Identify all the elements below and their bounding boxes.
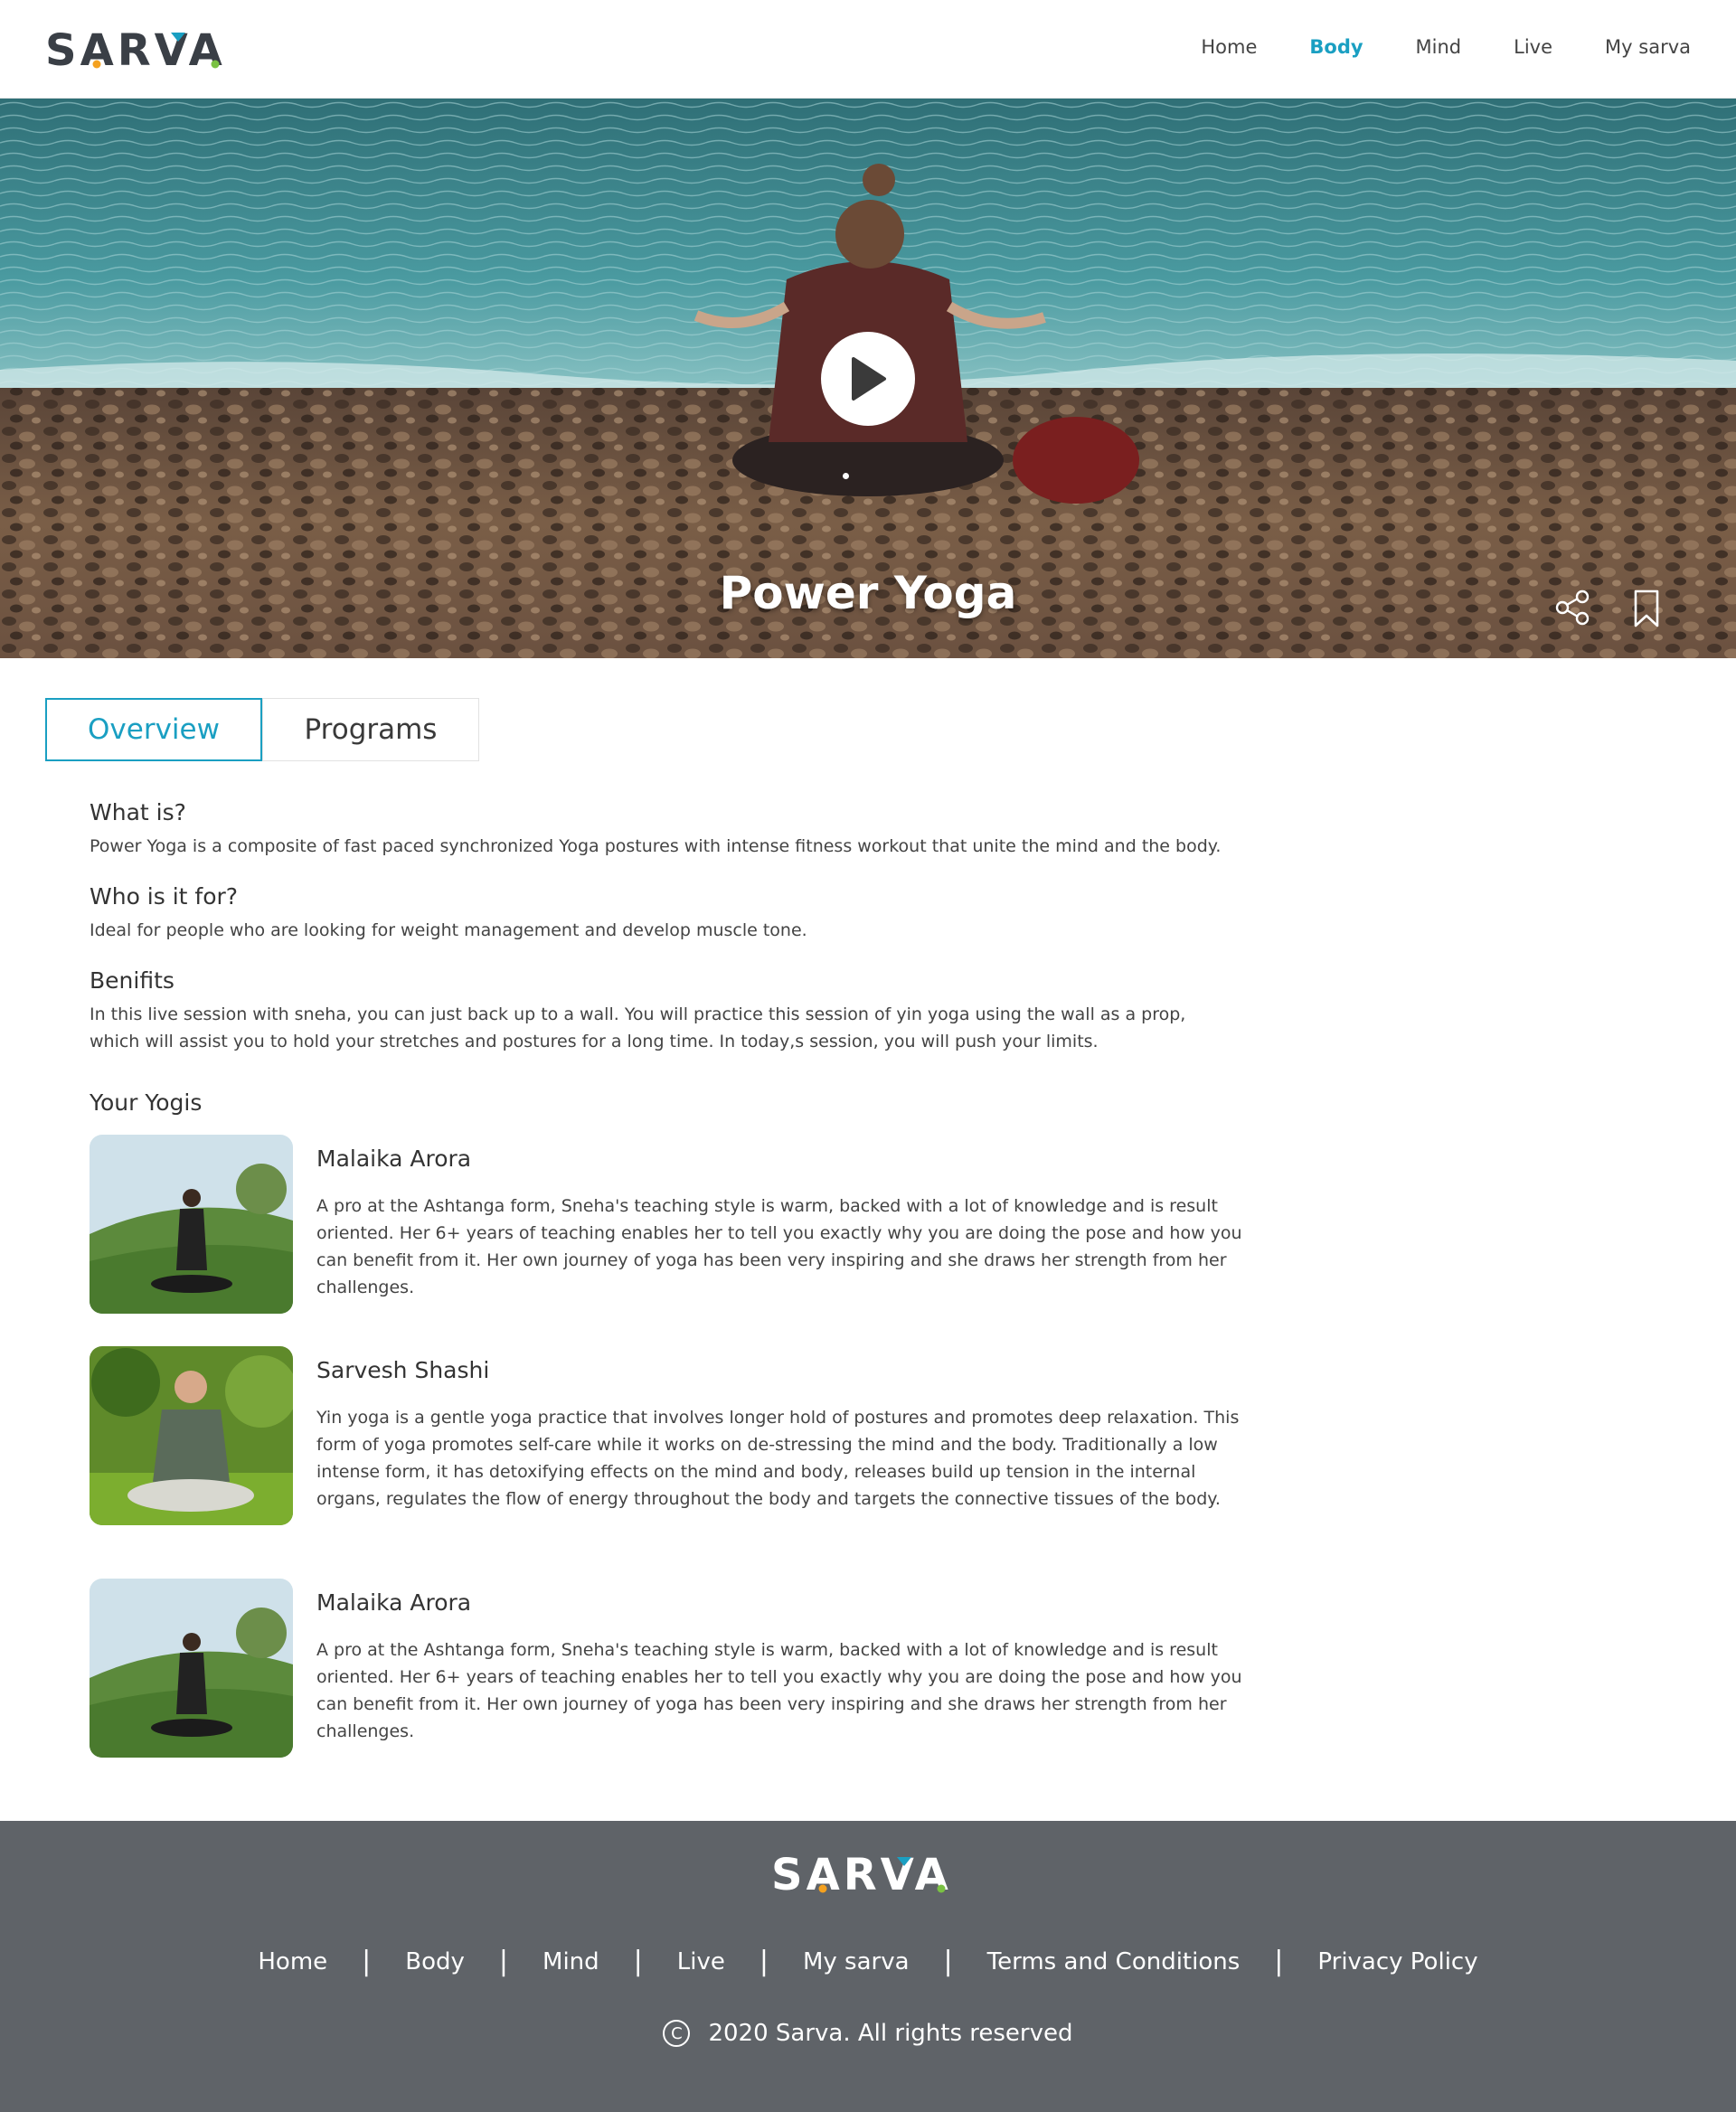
hero-title: Power Yoga [719, 567, 1017, 619]
who-is-it-for-heading: Who is it for? [90, 883, 239, 910]
footer-link-my-sarva[interactable]: My sarva [803, 1948, 910, 1975]
footer-separator: | [1274, 1946, 1284, 1977]
yogi-photo [90, 1135, 293, 1314]
main-nav: Home Body Mind Live My sarva [1148, 36, 1691, 58]
footer-separator: | [759, 1946, 769, 1977]
footer-logo-wordmark: SARVA [771, 1852, 952, 1897]
play-icon [852, 357, 886, 401]
footer-separator: | [633, 1946, 643, 1977]
nav-live[interactable]: Live [1514, 36, 1552, 58]
nav-mind[interactable]: Mind [1416, 36, 1462, 58]
logo-dot-orange [92, 60, 101, 69]
content-tabs: Overview Programs [45, 698, 479, 761]
yogi-description: A pro at the Ashtanga form, Sneha's teac… [316, 1640, 1242, 1741]
footer-link-privacy[interactable]: Privacy Policy [1317, 1948, 1477, 1975]
yogi-description: A pro at the Ashtanga form, Sneha's teac… [316, 1196, 1242, 1297]
footer-separator: | [498, 1946, 509, 1977]
yogi-description: Yin yoga is a gentle yoga practice that … [316, 1408, 1240, 1509]
footer-logo-mark: SARVA [771, 1850, 952, 1900]
site-header: SARVA Home Body Mind Live My sarva [0, 0, 1736, 99]
yogi-name: Malaika Arora [316, 1589, 472, 1616]
footer-separator: | [362, 1946, 372, 1977]
yogi-photo [90, 1346, 293, 1525]
footer-logo-dot-orange [818, 1884, 826, 1893]
who-is-it-for-text: Ideal for people who are looking for wei… [90, 920, 807, 940]
benefits-text: In this live session with sneha, you can… [90, 1004, 1186, 1051]
nav-my-sarva[interactable]: My sarva [1605, 36, 1691, 58]
carousel-indicator[interactable] [843, 473, 849, 479]
footer-logo-dot-green [937, 1884, 945, 1893]
footer-links: Home | Body | Mind | Live | My sarva | T… [0, 1946, 1736, 1977]
benefits-section: Benifits In this live session with sneha… [90, 967, 1265, 1055]
nav-home[interactable]: Home [1201, 36, 1257, 58]
benefits-heading: Benifits [90, 967, 175, 994]
copyright-icon: C [663, 2020, 691, 2047]
footer-separator: | [943, 1946, 953, 1977]
play-button[interactable] [821, 332, 915, 426]
your-yogis-heading: Your Yogis [90, 1089, 203, 1116]
footer-link-live[interactable]: Live [677, 1948, 725, 1975]
hero-banner: Power Yoga [0, 99, 1736, 658]
logo-wordmark: SARVA [45, 27, 226, 72]
what-is-section: What is? Power Yoga is a composite of fa… [90, 799, 1265, 860]
footer-link-terms[interactable]: Terms and Conditions [987, 1948, 1241, 1975]
footer-link-home[interactable]: Home [258, 1948, 327, 1975]
copyright-text: 2020 Sarva. All rights reserved [708, 2020, 1073, 2047]
sarva-logo-mark: SARVA [45, 25, 226, 76]
logo-dot-green [211, 60, 220, 69]
yogi-name: Malaika Arora [316, 1146, 472, 1172]
copyright: C 2020 Sarva. All rights reserved [0, 2020, 1736, 2047]
footer-link-mind[interactable]: Mind [542, 1948, 599, 1975]
share-icon[interactable] [1555, 589, 1591, 627]
nav-body[interactable]: Body [1309, 36, 1363, 58]
bookmark-icon[interactable] [1633, 589, 1660, 628]
overview-content: What is? Power Yoga is a composite of fa… [90, 799, 1265, 1079]
yogi-photo [90, 1579, 293, 1758]
yogi-name: Sarvesh Shashi [316, 1357, 490, 1383]
tab-programs[interactable]: Programs [262, 698, 479, 761]
footer-logo[interactable]: SARVA [0, 1850, 1736, 1900]
footer-link-body[interactable]: Body [405, 1948, 465, 1975]
who-is-it-for-section: Who is it for? Ideal for people who are … [90, 883, 1265, 944]
tab-overview[interactable]: Overview [45, 698, 262, 761]
what-is-heading: What is? [90, 799, 186, 825]
what-is-text: Power Yoga is a composite of fast paced … [90, 836, 1222, 856]
site-footer: SARVA Home | Body | Mind | Live | My sar… [0, 1821, 1736, 2112]
sarva-logo[interactable]: SARVA [45, 25, 240, 76]
